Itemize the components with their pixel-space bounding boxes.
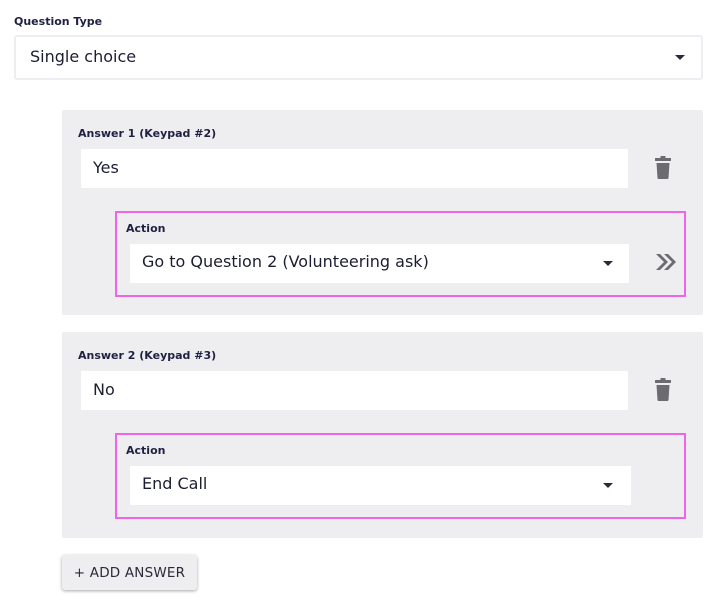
answer-1-label: Answer 1 (Keypad #2): [78, 127, 217, 140]
chevron-down-icon: [603, 483, 613, 488]
answer-card-2: Answer 2 (Keypad #3) No Action End Call: [62, 332, 703, 538]
answer-card-1: Answer 1 (Keypad #2) Yes Action Go to Qu…: [62, 110, 703, 315]
answer-2-action-box: Action End Call: [115, 433, 686, 519]
answer-1-action-box: Action Go to Question 2 (Volunteering as…: [115, 211, 686, 297]
answer-1-action-label: Action: [126, 222, 166, 235]
trash-icon[interactable]: [652, 156, 674, 180]
answer-2-label: Answer 2 (Keypad #3): [78, 349, 217, 362]
question-type-label: Question Type: [14, 15, 103, 28]
question-editor: Question Type Single choice Answer 1 (Ke…: [0, 0, 720, 609]
chevron-down-icon: [603, 261, 613, 266]
answer-2-action-select[interactable]: End Call: [130, 466, 631, 505]
answer-2-value: No: [93, 380, 115, 399]
double-chevron-right-icon[interactable]: [655, 253, 677, 271]
answer-1-action-select[interactable]: Go to Question 2 (Volunteering ask): [130, 244, 629, 283]
add-answer-button[interactable]: + ADD ANSWER: [62, 555, 197, 590]
answer-1-action-value: Go to Question 2 (Volunteering ask): [142, 252, 429, 271]
answer-2-action-value: End Call: [142, 474, 208, 493]
question-type-value: Single choice: [30, 47, 137, 66]
answer-1-input[interactable]: Yes: [81, 149, 628, 188]
chevron-down-icon: [675, 55, 685, 60]
question-type-select[interactable]: Single choice: [14, 35, 703, 80]
answer-2-input[interactable]: No: [81, 371, 628, 410]
answer-1-value: Yes: [93, 158, 119, 177]
answer-2-action-label: Action: [126, 444, 166, 457]
trash-icon[interactable]: [652, 378, 674, 402]
